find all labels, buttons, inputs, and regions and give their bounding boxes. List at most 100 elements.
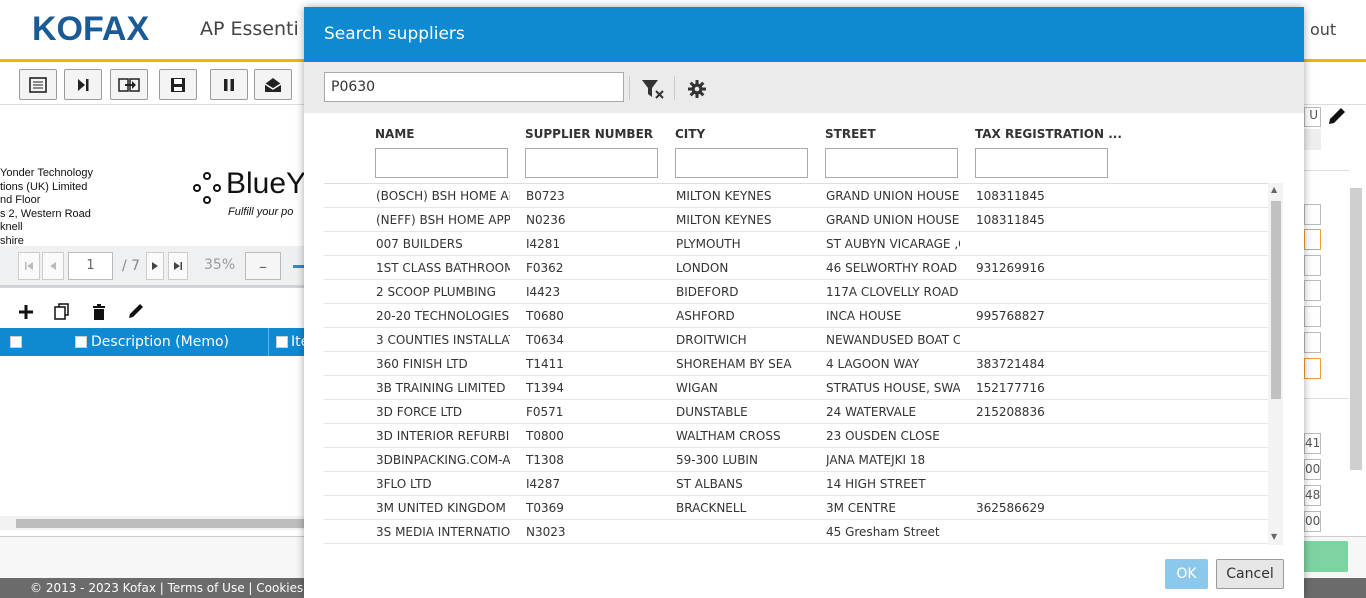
supplier-number-cell: I4423 (526, 285, 561, 299)
separator (674, 76, 675, 100)
supplier-name-cell: 3 COUNTIES INSTALLAT (376, 333, 510, 347)
city-cell: 59-300 LUBIN (676, 453, 758, 467)
supplier-number-cell: T1394 (526, 381, 564, 395)
dialog-title: Search suppliers (304, 7, 1304, 62)
supplier-name-cell: 007 BUILDERS (376, 237, 463, 251)
column-header-city[interactable]: CITY (675, 127, 705, 141)
tax-registration-cell: 108311845 (976, 189, 1045, 203)
city-cell: SHOREHAM BY SEA (676, 357, 792, 371)
tax-registration-cell: 931269916 (976, 261, 1045, 275)
table-row[interactable]: 3B TRAINING LIMITED T1394 WIGAN STRATUS HOU… (324, 376, 1268, 400)
column-header-street[interactable]: STREET (825, 127, 876, 141)
table-row[interactable]: (BOSCH) BSH HOME AP B0723 MILTON KEYNES GRA… (324, 184, 1268, 208)
settings-gear-icon[interactable] (687, 79, 707, 99)
column-header-name[interactable]: NAME (375, 127, 414, 141)
city-cell: MILTON KEYNES (676, 189, 772, 203)
name-filter-input[interactable] (375, 148, 508, 178)
street-cell: JANA MATEJKI 18 (826, 453, 926, 467)
supplier-results-table: (BOSCH) BSH HOME AP B0723 MILTON KEYNES GRA… (324, 183, 1268, 545)
street-cell: ST AUBYN VICARAGE ,C (826, 237, 960, 251)
column-header-supplier-number[interactable]: SUPPLIER NUMBER (525, 127, 653, 141)
supplier-name-cell: 1ST CLASS BATHROOM (376, 261, 510, 275)
street-cell: 45 Gresham Street (826, 525, 940, 539)
city-cell: MILTON KEYNES (676, 213, 772, 227)
street-cell: 117A CLOVELLY ROAD (826, 285, 959, 299)
city-cell: ASHFORD (676, 309, 735, 323)
supplier-name-cell: (BOSCH) BSH HOME AP (376, 189, 510, 203)
scroll-thumb[interactable] (1271, 201, 1281, 399)
scroll-down-icon[interactable]: ▼ (1271, 532, 1277, 541)
supplier-search-input[interactable] (324, 72, 624, 102)
supplier-name-cell: 3DBINPACKING.COM-A (376, 453, 510, 467)
ok-button[interactable]: OK (1165, 559, 1208, 589)
supplier-number-cell: T0680 (526, 309, 564, 323)
search-suppliers-dialog: Search suppliers NAME SUPPLIER NUMBER CI… (304, 7, 1304, 598)
supplier-name-cell: 2 SCOOP PLUMBING (376, 285, 496, 299)
table-row[interactable]: 007 BUILDERS I4281 PLYMOUTH ST AUBYN VICARA… (324, 232, 1268, 256)
city-cell: DROITWICH (676, 333, 747, 347)
supplier-number-cell: T1411 (526, 357, 564, 371)
street-cell: GRAND UNION HOUSE (826, 213, 960, 227)
table-row[interactable]: (NEFF) BSH HOME APPL N0236 MILTON KEYNES GR… (324, 208, 1268, 232)
table-row[interactable]: 3D INTERIOR REFURBISI T0800 WALTHAM CROSS 2… (324, 424, 1268, 448)
tax-registration-cell: 995768827 (976, 309, 1045, 323)
tax-registration-cell: 215208836 (976, 405, 1045, 419)
tax-registration-cell: 383721484 (976, 357, 1045, 371)
table-row[interactable]: 360 FINISH LTD T1411 SHOREHAM BY SEA 4 LAGO… (324, 352, 1268, 376)
supplier-name-cell: (NEFF) BSH HOME APPL (376, 213, 510, 227)
street-cell: 23 OUSDEN CLOSE (826, 429, 940, 443)
street-cell: NEWANDUSED BOAT C (826, 333, 960, 347)
table-row[interactable]: 3DBINPACKING.COM-A T1308 59-300 LUBIN JANA … (324, 448, 1268, 472)
tax-registration-cell: 152177716 (976, 381, 1045, 395)
supplier-number-cell: N3023 (526, 525, 566, 539)
city-cell: LONDON (676, 261, 729, 275)
street-cell: 46 SELWORTHY ROAD (826, 261, 958, 275)
street-cell: 4 LAGOON WAY (826, 357, 920, 371)
street-cell: 3M CENTRE (826, 501, 896, 515)
supplier-name-cell: 3D FORCE LTD (376, 405, 463, 419)
tax-registration-filter-input[interactable] (975, 148, 1108, 178)
street-cell: INCA HOUSE (826, 309, 902, 323)
city-filter-input[interactable] (675, 148, 808, 178)
cancel-button[interactable]: Cancel (1216, 559, 1284, 589)
supplier-name-cell: 3B TRAINING LIMITED (376, 381, 506, 395)
table-row[interactable]: 20-20 TECHNOLOGIES T0680 ASHFORD INCA HOUSE… (324, 304, 1268, 328)
tax-registration-cell: 362586629 (976, 501, 1045, 515)
table-row[interactable]: 2 SCOOP PLUMBING I4423 BIDEFORD 117A CLOVEL… (324, 280, 1268, 304)
table-row[interactable]: 1ST CLASS BATHROOM F0362 LONDON 46 SELWORTH… (324, 256, 1268, 280)
city-cell: BRACKNELL (676, 501, 747, 515)
supplier-number-cell: T0369 (526, 501, 564, 515)
supplier-name-cell: 3S MEDIA INTERNATIOI (376, 525, 510, 539)
results-scrollbar[interactable]: ▲ ▼ (1268, 183, 1283, 545)
search-bar (304, 62, 1304, 113)
supplier-number-cell: T1308 (526, 453, 564, 467)
supplier-number-cell: F0362 (526, 261, 564, 275)
city-cell: WALTHAM CROSS (676, 429, 781, 443)
tax-registration-cell: 108311845 (976, 213, 1045, 227)
table-row[interactable]: 3 COUNTIES INSTALLAT T0634 DROITWICH NEWAND… (324, 328, 1268, 352)
separator (629, 76, 630, 100)
supplier-name-cell: 20-20 TECHNOLOGIES (376, 309, 510, 323)
supplier-name-cell: 3D INTERIOR REFURBISI (376, 429, 510, 443)
supplier-number-cell: N0236 (526, 213, 566, 227)
table-row[interactable]: 3D FORCE LTD F0571 DUNSTABLE 24 WATERVALE 21… (324, 400, 1268, 424)
supplier-number-cell: I4287 (526, 477, 561, 491)
city-cell: ST ALBANS (676, 477, 743, 491)
scroll-up-icon[interactable]: ▲ (1271, 185, 1277, 194)
supplier-name-cell: 3M UNITED KINGDOM (376, 501, 506, 515)
street-cell: 14 HIGH STREET (826, 477, 926, 491)
supplier-number-filter-input[interactable] (525, 148, 658, 178)
city-cell: DUNSTABLE (676, 405, 748, 419)
table-row[interactable]: 3S MEDIA INTERNATIOI N3023 45 Gresham Stre… (324, 520, 1268, 544)
table-row[interactable]: 3FLO LTD I4287 ST ALBANS 14 HIGH STREET (324, 472, 1268, 496)
table-row[interactable]: 3M UNITED KINGDOM T0369 BRACKNELL 3M CENTRE… (324, 496, 1268, 520)
supplier-name-cell: 3FLO LTD (376, 477, 432, 491)
supplier-number-cell: F0571 (526, 405, 564, 419)
street-cell: STRATUS HOUSE, SWAN (826, 381, 960, 395)
supplier-number-cell: B0723 (526, 189, 565, 203)
city-cell: WIGAN (676, 381, 718, 395)
clear-filter-icon[interactable] (641, 78, 665, 100)
street-filter-input[interactable] (825, 148, 958, 178)
column-header-tax-registration[interactable]: TAX REGISTRATION ... (975, 127, 1122, 141)
street-cell: 24 WATERVALE (826, 405, 917, 419)
